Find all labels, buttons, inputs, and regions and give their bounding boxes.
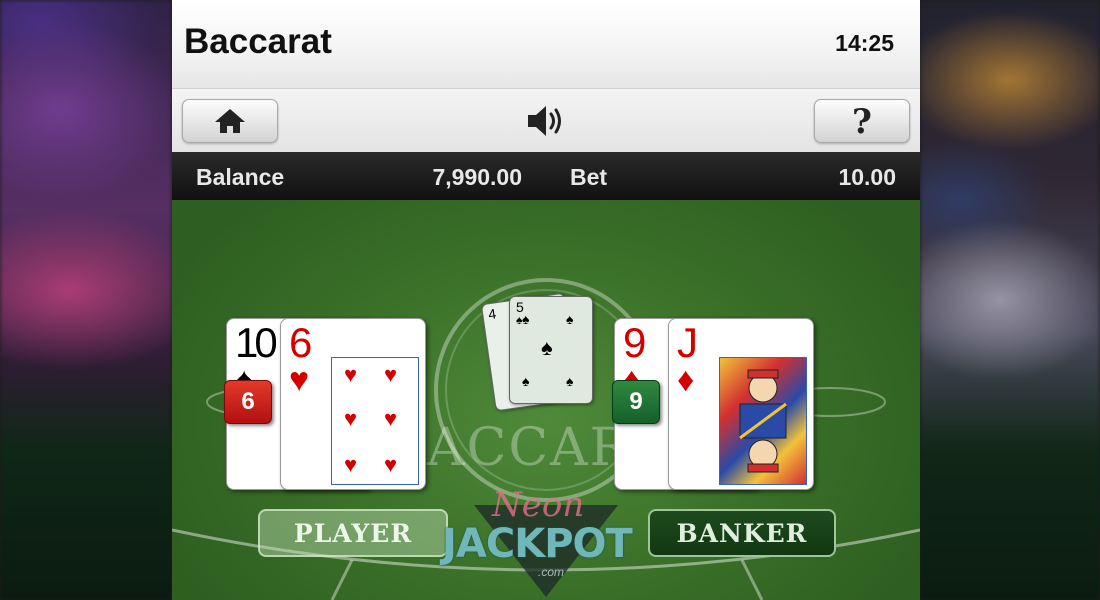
player-score-badge: 6 (224, 380, 272, 424)
jack-portrait (719, 357, 807, 485)
player-card-2: 6 ♥ ♥ ♥ ♥ ♥ ♥ ♥ (280, 318, 426, 490)
deck-card-front: 5 ♠ ♠ ♠ ♠ ♠ ♠ (509, 296, 593, 404)
background-right-blur (920, 0, 1100, 600)
balance-value: 7,990.00 (432, 164, 522, 190)
spade-icon: ♠ (566, 373, 574, 389)
card-pips: ♥ ♥ ♥ ♥ ♥ ♥ (331, 357, 419, 485)
card-rank: J (677, 319, 698, 366)
info-bar: Balance 7,990.00 Bet 10.00 (172, 152, 920, 200)
neonjackpot-watermark: Neon JACKPOT .com (442, 485, 652, 600)
help-icon: ? (852, 102, 872, 142)
heart-icon: ♥ (384, 406, 398, 431)
banker-bet-area[interactable]: BANKER (648, 509, 836, 557)
jack-figure-icon (739, 369, 787, 473)
spade-icon: ♠ (566, 311, 574, 327)
balance-label: Balance (196, 164, 285, 190)
banker-score-badge: 9 (612, 380, 660, 424)
background-left-blur (0, 0, 172, 600)
help-button[interactable]: ? (814, 99, 910, 143)
watermark-domain: .com (538, 565, 565, 579)
heart-icon: ♥ (289, 361, 310, 399)
watermark-jackpot: JACKPOT (442, 521, 633, 567)
bet-value: 10.00 (838, 164, 896, 190)
watermark-neon: Neon (492, 485, 585, 525)
banker-card-2: J ♦ (668, 318, 814, 490)
spade-icon: ♠ (541, 335, 553, 360)
player-bet-area[interactable]: PLAYER (258, 509, 448, 557)
speaker-icon (528, 106, 561, 136)
baccarat-table: ACCAR 4 5 ♠ ♠ ♠ ♠ ♠ ♠ 10 ♠ 6 ♥ ♥ ♥ ♥ ♥ (172, 200, 920, 600)
home-button[interactable] (182, 99, 278, 143)
bet-label: Bet (570, 164, 608, 190)
heart-icon: ♥ (384, 362, 398, 387)
spade-icon: ♠ (522, 373, 530, 389)
card-rank: 6 (289, 319, 313, 366)
deck-back-rank: 4 (487, 305, 498, 323)
home-icon (215, 109, 245, 133)
title-bar: Baccarat 14:25 (172, 0, 920, 88)
sound-toggle[interactable] (525, 101, 567, 141)
card-rank: 10 (235, 319, 278, 366)
spade-icon: ♠ (522, 311, 530, 327)
toolbar: ? (172, 88, 920, 153)
baccarat-app: Baccarat 14:25 ? Balance 7,990.00 Bet 10… (172, 0, 920, 600)
clock: 14:25 (835, 30, 894, 56)
app-title: Baccarat (184, 22, 332, 61)
heart-icon: ♥ (344, 406, 358, 431)
heart-icon: ♥ (344, 362, 358, 387)
card-rank: 9 (623, 319, 647, 366)
heart-icon: ♥ (344, 452, 358, 477)
diamond-icon: ♦ (677, 361, 695, 399)
heart-icon: ♥ (384, 452, 398, 477)
table-logo-text: ACCAR (427, 418, 631, 478)
